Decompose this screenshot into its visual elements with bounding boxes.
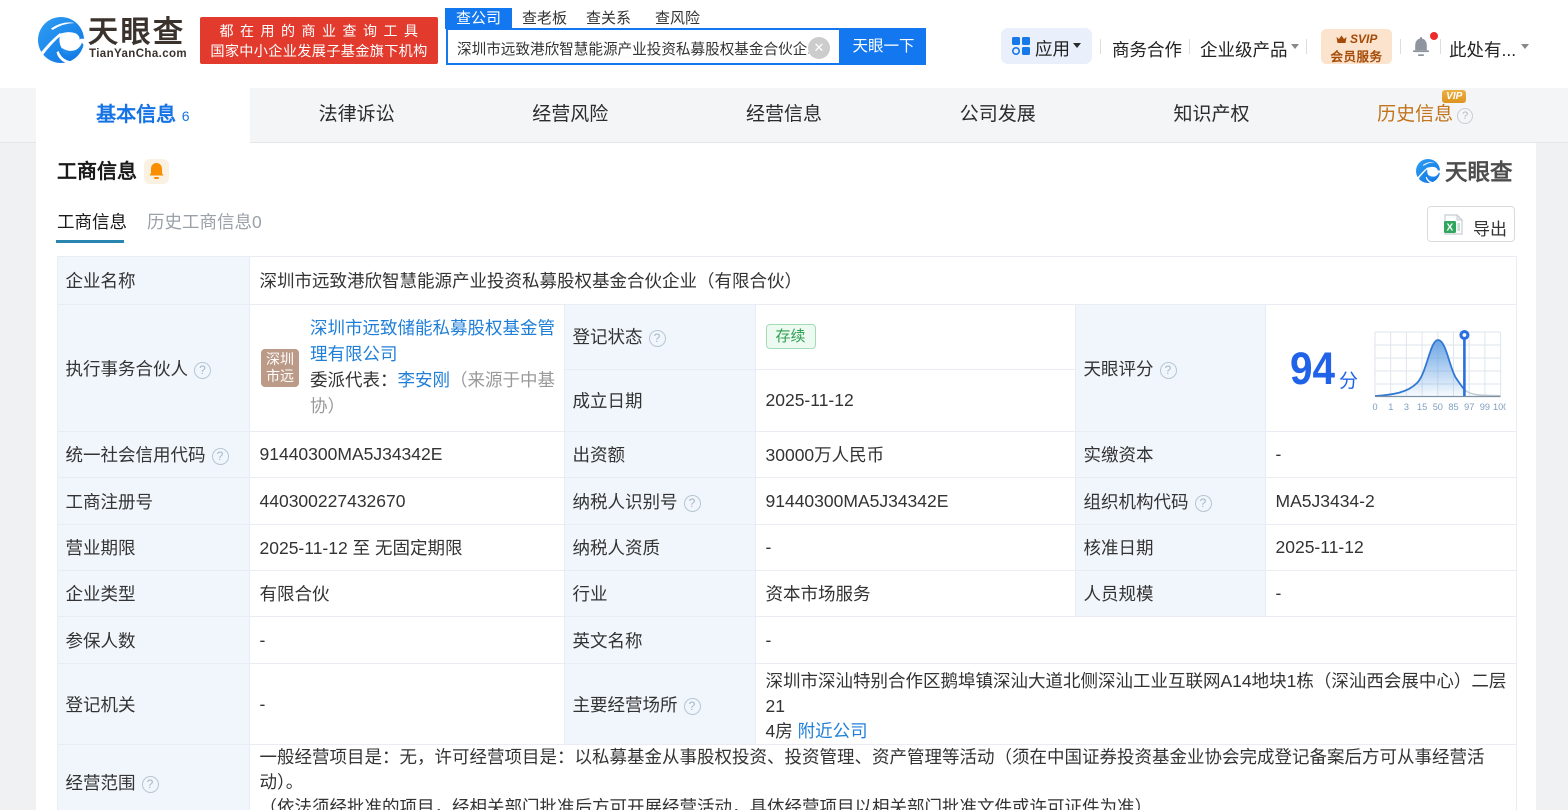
svg-text:0: 0 xyxy=(1373,402,1378,412)
svg-text:85: 85 xyxy=(1448,402,1458,412)
svg-text:100: 100 xyxy=(1493,402,1506,412)
svg-text:97: 97 xyxy=(1464,402,1474,412)
svg-text:X: X xyxy=(1447,223,1454,234)
svg-text:15: 15 xyxy=(1417,402,1427,412)
svg-text:3: 3 xyxy=(1404,402,1409,412)
svg-text:50: 50 xyxy=(1433,402,1443,412)
svg-text:1: 1 xyxy=(1388,402,1393,412)
svg-text:99: 99 xyxy=(1480,402,1490,412)
svg-text:天眼查: 天眼查 xyxy=(1445,160,1513,184)
